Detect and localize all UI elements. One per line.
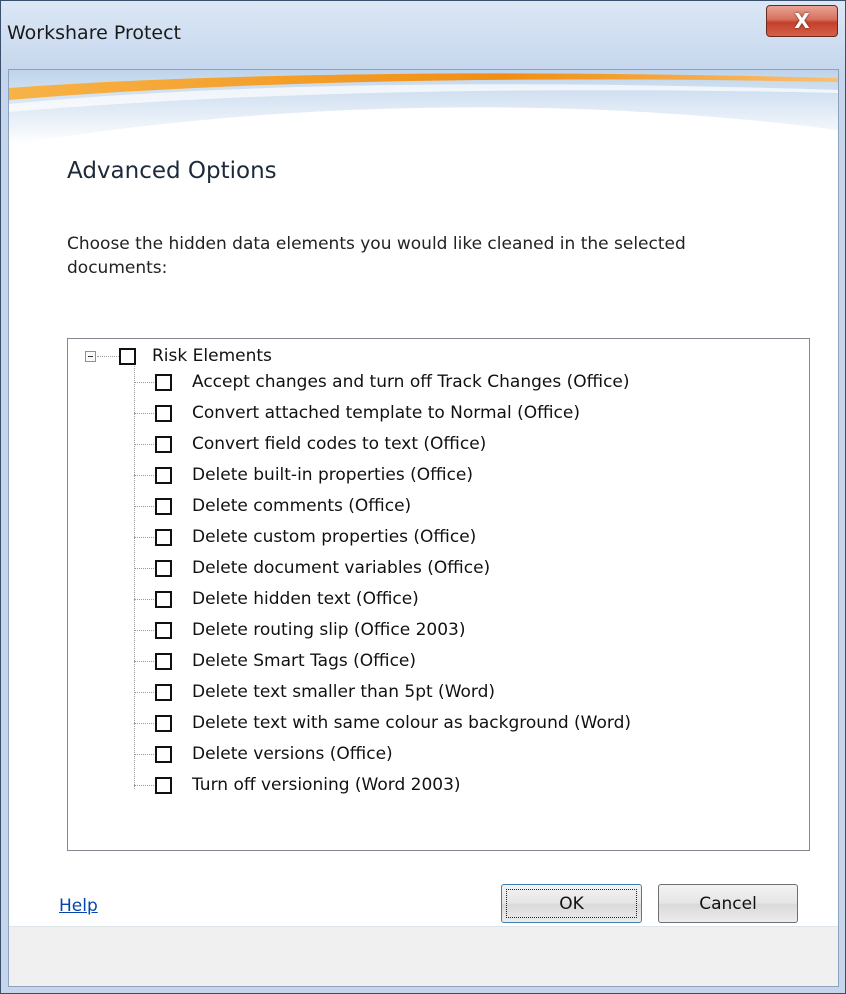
tree-item-label: Turn off versioning (Word 2003): [192, 775, 461, 795]
tree-item-checkbox[interactable]: [155, 591, 172, 608]
tree-item-checkbox[interactable]: [155, 684, 172, 701]
tree-item-checkbox[interactable]: [155, 529, 172, 546]
tree-item-checkbox[interactable]: [155, 498, 172, 515]
ok-button[interactable]: OK: [501, 884, 642, 923]
tree-item-label: Delete versions (Office): [192, 744, 393, 764]
title-bar[interactable]: Workshare Protect X: [1, 1, 845, 79]
tree-item[interactable]: Convert attached template to Normal (Off…: [68, 400, 809, 426]
tree-item[interactable]: Delete hidden text (Office): [68, 586, 809, 612]
risk-elements-checkbox[interactable]: [119, 348, 136, 365]
header-banner: [9, 70, 838, 160]
tree-item-checkbox[interactable]: [155, 653, 172, 670]
window-title: Workshare Protect: [7, 22, 181, 44]
tree-item-label: Delete Smart Tags (Office): [192, 651, 417, 671]
tree-item-label: Delete text smaller than 5pt (Word): [192, 682, 496, 702]
tree-item-label: Delete document variables (Office): [192, 558, 491, 578]
tree-item-checkbox[interactable]: [155, 622, 172, 639]
tree-item-label: Delete custom properties (Office): [192, 527, 477, 547]
close-icon: X: [794, 9, 810, 33]
tree-item-label: Accept changes and turn off Track Change…: [192, 372, 630, 392]
tree-item-label: Delete built-in properties (Office): [192, 465, 474, 485]
tree-item-label: Convert attached template to Normal (Off…: [192, 403, 580, 423]
collapse-toggle-icon[interactable]: [85, 351, 96, 362]
tree-item[interactable]: Delete versions (Office): [68, 741, 809, 767]
tree-item-checkbox[interactable]: [155, 405, 172, 422]
tree-item-checkbox[interactable]: [155, 746, 172, 763]
focus-rectangle: [506, 889, 637, 918]
help-link[interactable]: Help: [59, 896, 98, 916]
tree-item-checkbox[interactable]: [155, 467, 172, 484]
dialog-content: Advanced Options Choose the hidden data …: [8, 69, 839, 987]
tree-item-label: Delete text with same colour as backgrou…: [192, 713, 632, 733]
tree-item[interactable]: Turn off versioning (Word 2003): [68, 772, 809, 798]
tree-item-checkbox[interactable]: [155, 777, 172, 794]
dialog-window: Workshare Protect X Advanced Options Cho…: [0, 0, 846, 994]
tree-item[interactable]: Delete text smaller than 5pt (Word): [68, 679, 809, 705]
close-button[interactable]: X: [766, 5, 838, 37]
tree-item[interactable]: Delete comments (Office): [68, 493, 809, 519]
risk-elements-tree[interactable]: Risk Elements Accept changes and turn of…: [67, 338, 810, 851]
dialog-footer: [9, 927, 838, 986]
tree-item[interactable]: Convert field codes to text (Office): [68, 431, 809, 457]
tree-item-checkbox[interactable]: [155, 374, 172, 391]
instruction-text: Choose the hidden data elements you woul…: [67, 234, 686, 278]
tree-item-checkbox[interactable]: [155, 436, 172, 453]
tree-item-checkbox[interactable]: [155, 560, 172, 577]
tree-connector: [97, 356, 119, 357]
tree-item[interactable]: Delete document variables (Office): [68, 555, 809, 581]
tree-item-label: Delete hidden text (Office): [192, 589, 419, 609]
tree-item[interactable]: Delete built-in properties (Office): [68, 462, 809, 488]
tree-item[interactable]: Accept changes and turn off Track Change…: [68, 369, 809, 395]
tree-item[interactable]: Delete text with same colour as backgrou…: [68, 710, 809, 736]
tree-item-label: Delete comments (Office): [192, 496, 412, 516]
tree-item-checkbox[interactable]: [155, 715, 172, 732]
tree-item-label: Delete routing slip (Office 2003): [192, 620, 466, 640]
tree-root-label: Risk Elements: [152, 346, 272, 366]
tree-item-label: Convert field codes to text (Office): [192, 434, 487, 454]
page-title: Advanced Options: [67, 158, 277, 184]
tree-item[interactable]: Delete routing slip (Office 2003): [68, 617, 809, 643]
cancel-button[interactable]: Cancel: [658, 884, 798, 923]
cancel-button-label: Cancel: [699, 893, 757, 914]
tree-item[interactable]: Delete Smart Tags (Office): [68, 648, 809, 674]
tree-item[interactable]: Delete custom properties (Office): [68, 524, 809, 550]
